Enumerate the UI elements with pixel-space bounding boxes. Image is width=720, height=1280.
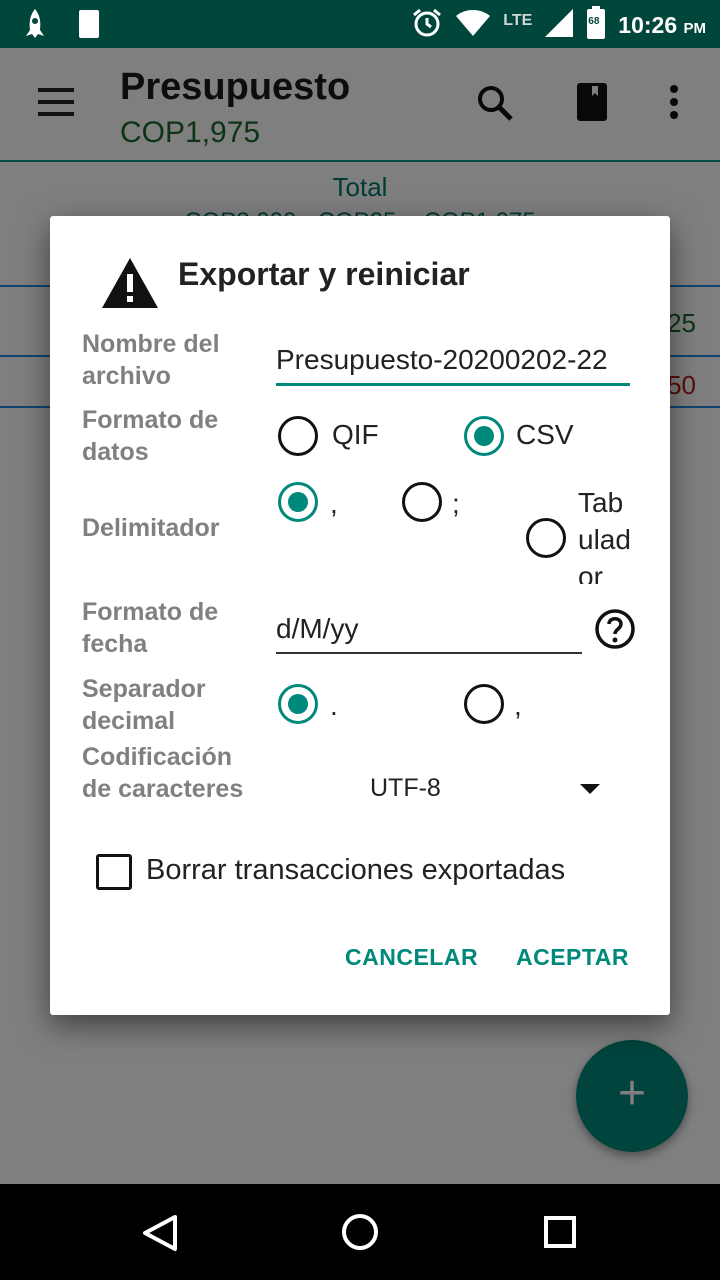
back-icon[interactable]: [142, 1214, 178, 1257]
decimal-comma-label: ,: [514, 690, 522, 721]
delete-exported-checkbox[interactable]: [96, 854, 132, 890]
recents-icon[interactable]: [544, 1216, 576, 1248]
format-qif-label: QIF: [332, 419, 379, 450]
delimiter-label: Delimitador: [82, 514, 220, 542]
home-icon[interactable]: [342, 1214, 378, 1250]
delimiter-tab-radio[interactable]: [526, 518, 566, 558]
accept-button[interactable]: ACEPTAR: [516, 944, 629, 971]
delimiter-semicolon-radio[interactable]: [402, 482, 442, 522]
decimal-comma-radio[interactable]: [464, 684, 504, 724]
battery-level: 68: [588, 16, 600, 27]
delimiter-semicolon-label: ;: [452, 488, 460, 519]
filename-input[interactable]: Presupuesto-20200202-22: [276, 338, 630, 386]
alarm-icon: [411, 7, 443, 44]
delimiter-comma-radio[interactable]: [278, 482, 318, 522]
format-csv-label: CSV: [516, 419, 574, 450]
warning-icon: [100, 256, 160, 315]
date-format-input[interactable]: d/M/yy: [276, 608, 582, 654]
format-csv-radio[interactable]: [464, 416, 504, 456]
format-label: Formato de datos: [82, 406, 219, 466]
delimiter-comma-label: ,: [330, 488, 338, 519]
decimal-dot-radio[interactable]: [278, 684, 318, 724]
decimal-dot-label: .: [330, 690, 338, 721]
export-dialog: Exportar y reiniciar Nombre del archivo …: [50, 216, 670, 1015]
help-icon[interactable]: [594, 608, 636, 655]
battery-icon: 68: [586, 6, 606, 45]
dialog-title: Exportar y reiniciar: [178, 256, 470, 292]
delimiter-tab-label: Tab ulad or: [578, 487, 631, 584]
format-qif-radio[interactable]: [278, 416, 318, 456]
sim-icon: [78, 9, 100, 44]
wifi-icon: [455, 9, 491, 42]
signal-icon: [544, 8, 574, 43]
delete-exported-label[interactable]: Borrar transacciones exportadas: [146, 854, 565, 887]
network-type: LTE: [503, 11, 533, 29]
cancel-button[interactable]: CANCELAR: [345, 944, 478, 971]
navigation-bar: [0, 1184, 720, 1280]
dropdown-arrow-icon[interactable]: [580, 784, 600, 794]
date-format-label: Formato de fecha: [82, 598, 219, 658]
clock: 10:26 PM: [618, 12, 706, 38]
encoding-label: Codificación de caracteres: [82, 743, 244, 803]
rocket-icon: [22, 8, 48, 45]
filename-label: Nombre del archivo: [82, 330, 220, 390]
status-bar: LTE 68 10:26 PM: [0, 0, 720, 48]
decimal-label: Separador decimal: [82, 675, 206, 735]
encoding-select[interactable]: UTF-8: [370, 774, 441, 803]
